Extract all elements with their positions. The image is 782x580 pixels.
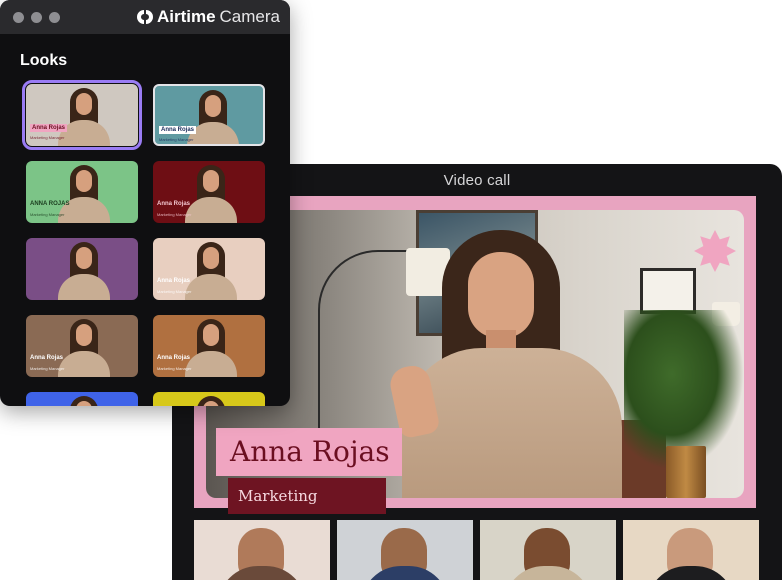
brand-name-bold: Airtime [156,7,216,26]
minimize-window-button[interactable] [31,12,42,23]
close-window-button[interactable] [13,12,24,23]
look-subtitle-label: Marketing Manager [157,212,192,217]
window-titlebar: Airtime Camera [0,0,290,34]
look-option[interactable]: Anna Rojas Marketing Manager [153,315,265,377]
look-name-label: Anna Rojas [159,126,197,134]
presenter-person [387,230,622,498]
look-name-label: Anna Rojas [157,201,191,207]
presenter-name-label: Anna Rojas [216,428,402,476]
airtime-camera-window: Airtime Camera Looks Anna Rojas Marketing … [0,0,290,406]
look-subtitle-label: Marketing Manager [157,366,192,371]
brand-name-light: Camera [219,7,280,26]
look-option[interactable]: Anna Rojas Marketing Manager [22,80,142,150]
participant-tile[interactable] [194,520,330,580]
star-badge-icon [694,230,736,272]
presenter-title-label: Marketing Manager [228,478,386,541]
look-name-label: Anna Rojas [30,355,64,361]
look-name-label: Anna Rojas [30,124,68,132]
participant-tile[interactable] [337,520,473,580]
look-subtitle-label: Marketing Manager [30,366,65,371]
app-brand: Airtime Camera [135,7,280,27]
look-option[interactable] [26,392,138,406]
look-name-label: ANNA ROJAS [30,201,70,207]
looks-heading: Looks [20,52,68,69]
participant-tile[interactable] [623,520,759,580]
look-subtitle-label: Marketing Manager [159,137,194,142]
look-option[interactable]: Anna Rojas Marketing Manager [153,161,265,223]
look-name-label: Anna Rojas [157,278,191,284]
look-subtitle-label: Marketing Manager [30,135,65,140]
look-option[interactable] [153,392,265,406]
look-option[interactable]: ANNA ROJAS Marketing Manager [26,161,138,223]
look-option[interactable] [26,238,138,300]
participant-strip [194,520,778,580]
look-subtitle-label: Marketing Manager [30,212,65,217]
look-option[interactable]: Anna Rojas Marketing Manager [153,84,265,146]
airtime-logo-icon [136,10,153,24]
look-subtitle-label: Marketing Manager [157,289,192,294]
look-option[interactable]: Anna Rojas Marketing Manager [153,238,265,300]
participant-tile[interactable] [480,520,616,580]
maximize-window-button[interactable] [49,12,60,23]
framed-certificate [640,268,696,314]
plant-pot [666,446,706,498]
look-name-label: Anna Rojas [157,355,191,361]
look-option[interactable]: Anna Rojas Marketing Manager [26,315,138,377]
